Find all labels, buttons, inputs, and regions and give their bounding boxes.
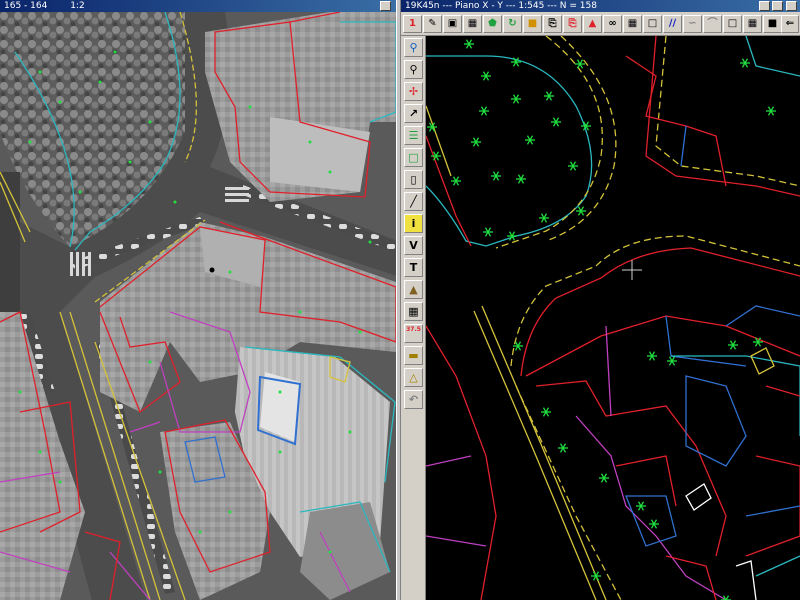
right-titlebar: 19K45n --- Piano X - Y --- 1:545 --- N =…	[401, 0, 800, 12]
text-icon[interactable]: T	[404, 258, 423, 277]
back-icon[interactable]: ⇐	[781, 15, 799, 33]
left-titlebar: 165 - 164 1:2	[0, 0, 396, 12]
double-line-icon[interactable]: ∕∕	[663, 15, 682, 33]
red-marker-icon[interactable]: 1	[403, 15, 422, 33]
export-icon[interactable]: ▲	[583, 15, 602, 33]
orthophoto-window[interactable]: 165 - 164 1:2	[0, 0, 396, 600]
shape-icon[interactable]: ▯	[404, 170, 423, 189]
measure-icon[interactable]: ▬	[404, 346, 423, 365]
table-icon[interactable]: ▦	[404, 302, 423, 321]
tree-icon[interactable]: ▲	[404, 280, 423, 299]
layer-icon[interactable]: ■	[523, 15, 542, 33]
vertex-icon[interactable]: V	[404, 236, 423, 255]
orthophoto-canvas[interactable]	[0, 12, 396, 600]
close-button[interactable]	[786, 1, 797, 11]
road-icon[interactable]: △	[404, 368, 423, 387]
vector-map-window[interactable]: 19K45n --- Piano X - Y --- 1:545 --- N =…	[401, 0, 800, 600]
maximize-button[interactable]	[772, 1, 783, 11]
layers-icon[interactable]: ☰	[404, 126, 423, 145]
curve-icon[interactable]: ∽	[683, 15, 702, 33]
binoculars-icon[interactable]: ∞	[603, 15, 622, 33]
left-close-button[interactable]	[380, 1, 391, 11]
elevation-icon[interactable]: 37.5	[404, 324, 423, 343]
window-icon[interactable]: □	[723, 15, 742, 33]
undo-icon[interactable]: ↶	[404, 390, 423, 409]
print-icon[interactable]: ⎘	[543, 15, 562, 33]
pick-tool-icon[interactable]: ✎	[423, 15, 442, 33]
arc-icon[interactable]: ⌒	[703, 15, 722, 33]
refresh-icon[interactable]: ↻	[503, 15, 522, 33]
map-sidebar: ⚲ ⚲ ✢ ↗ ☰ □ ▯ ╱ i V T ▲ ▦ 37.5 ▬ △ ↶	[401, 36, 426, 600]
select-box-icon[interactable]: ▣	[443, 15, 462, 33]
info-icon[interactable]: i	[404, 214, 423, 233]
polygon-icon[interactable]: ⬟	[483, 15, 502, 33]
minimize-button[interactable]	[759, 1, 770, 11]
right-title: 19K45n --- Piano X - Y --- 1:545 --- N =…	[405, 1, 597, 11]
zoom-area-icon[interactable]: ⚲	[404, 60, 423, 79]
vector-map-canvas[interactable]	[426, 36, 800, 600]
zoom-in-icon[interactable]: ⚲	[404, 38, 423, 57]
node-edit-icon[interactable]: ▦	[463, 15, 482, 33]
stop-icon[interactable]: ■	[763, 15, 782, 33]
settings-icon[interactable]: ▦	[743, 15, 762, 33]
box-icon[interactable]: □	[643, 15, 662, 33]
left-title-scale: 1:2	[70, 1, 85, 11]
line-icon[interactable]: ╱	[404, 192, 423, 211]
map-toolbar: 1 ✎ ▣ ▦ ⬟ ↻ ■ ⎘ ⎘ ▲ ∞ ▦ □ ∕∕ ∽ ⌒ □ ▦ ■ ⇐	[401, 12, 800, 36]
pan-icon[interactable]: ✢	[404, 82, 423, 101]
grid-icon[interactable]: ▦	[623, 15, 642, 33]
rectangle-icon[interactable]: □	[404, 148, 423, 167]
axes-icon[interactable]: ↗	[404, 104, 423, 123]
print-red-icon[interactable]: ⎘	[563, 15, 582, 33]
left-title-range: 165 - 164	[4, 1, 48, 11]
